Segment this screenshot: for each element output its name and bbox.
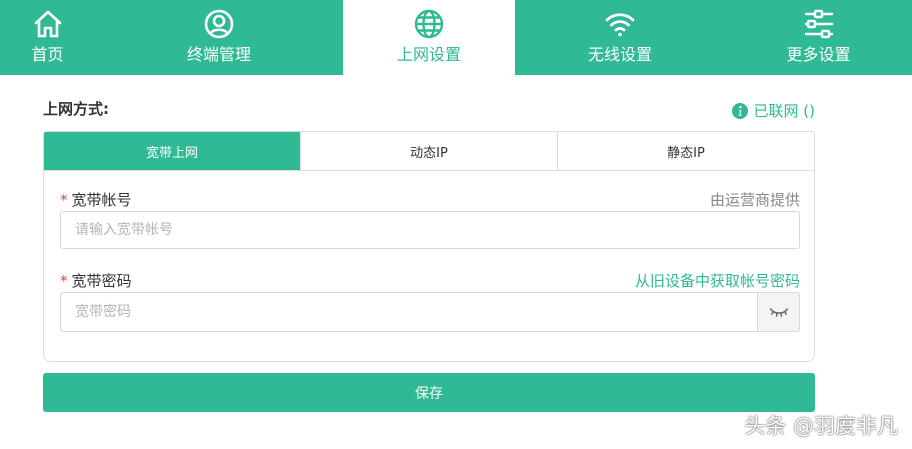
- password-input[interactable]: [60, 292, 758, 332]
- section-title: 上网方式:: [43, 100, 109, 118]
- wifi-icon: [603, 7, 637, 41]
- connection-status: 已联网 (): [731, 100, 815, 121]
- tab-pppoe[interactable]: 宽带上网: [44, 132, 300, 170]
- globe-icon: [412, 7, 446, 41]
- nav-label-more: 更多设置: [786, 45, 851, 64]
- user-circle-icon: [202, 7, 236, 41]
- watermark: 头条 @羽度非凡: [744, 414, 898, 438]
- eye-closed-icon[interactable]: [758, 292, 800, 332]
- router-settings-page: 首页 终端管理 上网设置 无线设置 更多设置 上网方式: 已联网 () 宽带上网…: [0, 0, 912, 449]
- tab-static-ip[interactable]: 静态IP: [557, 132, 814, 170]
- connection-status-text: 已联网 (): [753, 102, 815, 120]
- account-input[interactable]: [60, 211, 800, 249]
- home-icon: [31, 7, 65, 41]
- password-field-group: [60, 292, 800, 332]
- nav-item-internet[interactable]: 上网设置: [343, 0, 515, 75]
- top-nav: 首页 终端管理 上网设置 无线设置 更多设置: [0, 0, 912, 75]
- nav-item-more[interactable]: 更多设置: [725, 0, 912, 75]
- get-account-from-old-device-link[interactable]: 从旧设备中获取帐号密码: [635, 270, 800, 291]
- pppoe-form: *宽带帐号 由运营商提供 *宽带密码 从旧设备中获取帐号密码: [43, 169, 815, 362]
- tab-dynamic-ip[interactable]: 动态IP: [300, 132, 557, 170]
- account-label-text: 宽带帐号: [71, 191, 132, 209]
- nav-label-wireless: 无线设置: [587, 45, 652, 64]
- sliders-icon: [802, 7, 836, 41]
- nav-label-home: 首页: [31, 45, 64, 64]
- nav-item-wireless[interactable]: 无线设置: [515, 0, 725, 75]
- nav-item-home[interactable]: 首页: [0, 0, 95, 75]
- required-mark: *: [60, 272, 68, 290]
- nav-label-clients: 终端管理: [186, 45, 251, 64]
- account-label: * 宽带帐号: [60, 189, 132, 210]
- account-hint: 由运营商提供: [709, 191, 800, 209]
- password-label-text: 宽带密码: [71, 272, 132, 290]
- password-label: * 宽带密码: [60, 270, 132, 291]
- connection-mode-tabs: 宽带上网 动态IP 静态IP: [43, 131, 815, 171]
- nav-item-clients[interactable]: 终端管理: [95, 0, 343, 75]
- nav-label-internet: 上网设置: [396, 45, 461, 64]
- info-icon: [731, 102, 748, 119]
- required-mark: *: [60, 191, 68, 209]
- save-button[interactable]: 保存: [43, 373, 815, 412]
